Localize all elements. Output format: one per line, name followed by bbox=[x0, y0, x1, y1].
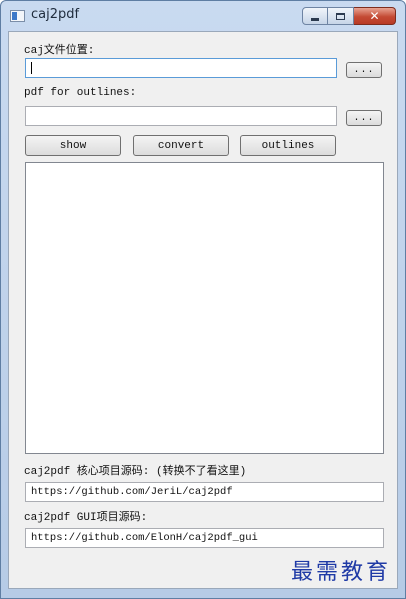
app-window-icon bbox=[10, 10, 25, 22]
pdf-browse-button[interactable]: ... bbox=[346, 110, 382, 126]
pdf-outlines-label: pdf for outlines: bbox=[24, 87, 137, 99]
app-window: caj2pdf ✕ caj文件位置: ... pdf for outlines:… bbox=[0, 0, 406, 599]
minimize-button[interactable] bbox=[302, 7, 328, 25]
convert-button[interactable]: convert bbox=[133, 135, 229, 156]
text-caret bbox=[31, 62, 32, 74]
core-source-url-field[interactable]: https://github.com/JeriL/caj2pdf bbox=[25, 482, 384, 502]
close-button[interactable]: ✕ bbox=[354, 7, 396, 25]
gui-source-label: caj2pdf GUI项目源码: bbox=[24, 512, 148, 524]
title-bar[interactable]: caj2pdf ✕ bbox=[1, 1, 405, 31]
main-panel: caj文件位置: ... pdf for outlines: ... show … bbox=[8, 31, 398, 589]
log-output-area[interactable] bbox=[25, 162, 384, 454]
close-icon: ✕ bbox=[369, 9, 380, 23]
maximize-icon bbox=[336, 12, 345, 20]
minimize-icon bbox=[311, 17, 319, 21]
maximize-button[interactable] bbox=[328, 7, 354, 25]
watermark-text: 最需教育 bbox=[290, 560, 391, 585]
window-controls: ✕ bbox=[302, 7, 396, 25]
caj-browse-button[interactable]: ... bbox=[346, 62, 382, 78]
window-title: caj2pdf bbox=[31, 7, 80, 22]
caj-file-input[interactable] bbox=[25, 58, 337, 78]
caj-file-label: caj文件位置: bbox=[24, 45, 95, 57]
core-source-label: caj2pdf 核心项目源码: (转换不了看这里) bbox=[24, 466, 247, 478]
gui-source-url-field[interactable]: https://github.com/ElonH/caj2pdf_gui bbox=[25, 528, 384, 548]
show-button[interactable]: show bbox=[25, 135, 121, 156]
outlines-button[interactable]: outlines bbox=[240, 135, 336, 156]
pdf-outlines-input[interactable] bbox=[25, 106, 337, 126]
